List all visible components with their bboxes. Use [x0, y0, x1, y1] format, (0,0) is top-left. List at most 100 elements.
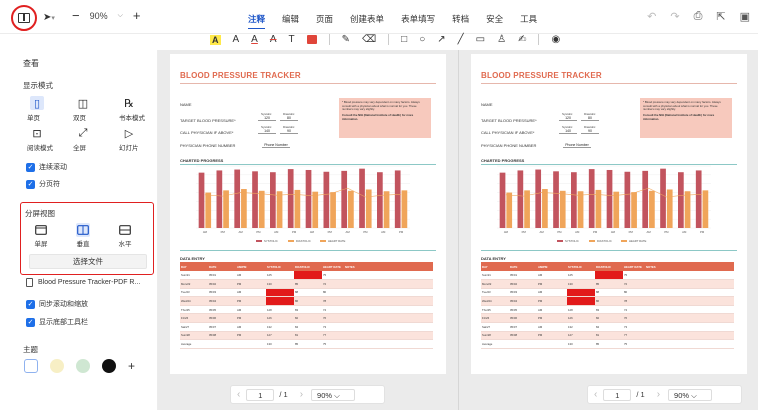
- table-cell[interactable]: [344, 313, 433, 324]
- continuous-scroll-checkbox[interactable]: ✓ 连续滚动: [26, 162, 67, 172]
- table-cell[interactable]: [344, 296, 433, 306]
- split-vertical-option[interactable]: 垂直: [71, 223, 95, 248]
- table-cell[interactable]: Sun/28: [481, 331, 509, 341]
- table-cell[interactable]: 05/03: [509, 288, 537, 298]
- table-cell[interactable]: 77: [623, 331, 645, 341]
- next-page-button[interactable]: ›: [300, 389, 303, 400]
- table-cell[interactable]: 86: [294, 296, 322, 306]
- mode-slideshow[interactable]: ▷ 幻灯片: [115, 126, 161, 153]
- table-cell[interactable]: [344, 339, 433, 349]
- signature-icon[interactable]: ✍: [518, 34, 526, 45]
- sync-scroll-checkbox[interactable]: ✓ 同步滚动和缩放: [26, 299, 88, 309]
- add-theme-button[interactable]: +: [128, 359, 135, 373]
- table-cell[interactable]: [344, 322, 433, 332]
- table-cell[interactable]: Sun/21: [481, 271, 509, 281]
- table-cell[interactable]: [645, 288, 734, 298]
- table-cell[interactable]: PM: [236, 331, 266, 341]
- table-cell[interactable]: 05/08: [208, 331, 236, 341]
- zoom-in-button[interactable]: +: [133, 9, 141, 22]
- tab-annotate[interactable]: 注释: [248, 13, 266, 29]
- table-cell[interactable]: AM: [236, 288, 266, 298]
- table-cell[interactable]: [645, 279, 734, 289]
- table-cell[interactable]: 76: [623, 313, 645, 324]
- table-cell[interactable]: 77: [322, 331, 344, 341]
- table-cell[interactable]: Average: [180, 339, 208, 349]
- table-cell[interactable]: [567, 296, 595, 306]
- target-systolic[interactable]: 120: [258, 116, 276, 121]
- table-cell[interactable]: 05/05: [208, 305, 236, 315]
- table-cell[interactable]: AM: [537, 271, 567, 281]
- table-cell[interactable]: 75: [623, 339, 645, 349]
- table-cell[interactable]: 05/06: [509, 313, 537, 324]
- eraser-icon[interactable]: ⌫: [362, 34, 376, 45]
- table-cell[interactable]: 130: [266, 339, 294, 349]
- table-cell[interactable]: 128: [266, 305, 294, 315]
- prev-page-button[interactable]: ‹: [237, 389, 240, 400]
- table-cell[interactable]: PM: [236, 296, 266, 306]
- table-cell[interactable]: 78: [322, 296, 344, 306]
- measure-icon[interactable]: ▭: [476, 34, 485, 45]
- table-cell[interactable]: [537, 339, 567, 349]
- table-cell[interactable]: 85: [294, 279, 322, 289]
- table-cell[interactable]: [645, 339, 734, 349]
- table-cell[interactable]: [344, 305, 433, 315]
- table-cell[interactable]: PM: [236, 313, 266, 324]
- table-cell[interactable]: Sat/27: [180, 322, 208, 332]
- underline-tool[interactable]: A: [251, 34, 258, 45]
- tab-page[interactable]: 页面: [316, 13, 333, 25]
- table-cell[interactable]: [509, 339, 537, 349]
- tab-create-form[interactable]: 创建表单: [350, 13, 384, 25]
- table-cell[interactable]: 126: [266, 313, 294, 324]
- table-cell[interactable]: Wed/24: [180, 296, 208, 306]
- tab-edit[interactable]: 编辑: [282, 13, 299, 25]
- table-cell[interactable]: PM: [236, 279, 266, 289]
- phone-value[interactable]: Phone Number: [262, 143, 290, 148]
- zoom-out-button[interactable]: −: [72, 9, 80, 22]
- eye-icon[interactable]: ◉: [551, 34, 560, 45]
- table-cell[interactable]: Sun/21: [180, 271, 208, 281]
- table-cell[interactable]: 73: [322, 322, 344, 332]
- table-cell[interactable]: 85: [595, 339, 623, 349]
- mode-fullscreen[interactable]: ⤢ 全屏: [69, 126, 115, 153]
- table-cell[interactable]: 88: [294, 288, 322, 298]
- table-cell[interactable]: 125: [266, 271, 294, 281]
- select-tool[interactable]: ➤▾: [43, 12, 55, 23]
- phone-value[interactable]: Phone Number: [563, 143, 591, 148]
- strikethrough-tool[interactable]: A: [270, 34, 277, 45]
- table-cell[interactable]: 82: [595, 313, 623, 324]
- split-divider[interactable]: [458, 50, 459, 410]
- mode-book[interactable]: ℞ 书本模式: [115, 96, 161, 123]
- zoom-dropdown-icon[interactable]: ⌵: [118, 12, 123, 20]
- table-cell[interactable]: Sat/27: [481, 322, 509, 332]
- theme-white[interactable]: [24, 359, 38, 373]
- table-cell[interactable]: 05/06: [208, 313, 236, 324]
- table-cell[interactable]: 05/03: [208, 288, 236, 298]
- tab-convert[interactable]: 转档: [452, 13, 469, 25]
- table-cell[interactable]: [567, 288, 595, 298]
- pen-icon[interactable]: ✎: [342, 34, 350, 45]
- sidebar-toggle-button[interactable]: [11, 5, 37, 31]
- table-cell[interactable]: [645, 296, 734, 306]
- page-break-checkbox[interactable]: ✓ 分页符: [26, 179, 60, 189]
- table-cell[interactable]: 88: [595, 288, 623, 298]
- table-cell[interactable]: [595, 271, 623, 281]
- table-cell[interactable]: Fri/26: [481, 313, 509, 324]
- table-cell[interactable]: 75: [322, 339, 344, 349]
- table-cell[interactable]: 82: [294, 313, 322, 324]
- table-cell[interactable]: Mon/22: [180, 279, 208, 289]
- table-cell[interactable]: 85: [294, 339, 322, 349]
- table-cell[interactable]: 80: [322, 288, 344, 298]
- table-cell[interactable]: Average: [481, 339, 509, 349]
- table-cell[interactable]: PM: [537, 313, 567, 324]
- table-cell[interactable]: 74: [322, 305, 344, 315]
- table-cell[interactable]: 86: [595, 296, 623, 306]
- table-cell[interactable]: Tue/23: [180, 288, 208, 298]
- table-cell[interactable]: 74: [623, 305, 645, 315]
- table-cell[interactable]: [344, 271, 433, 281]
- rectangle-icon[interactable]: □: [401, 34, 407, 45]
- mode-single-page[interactable]: ▯ 单页: [23, 96, 69, 122]
- table-cell[interactable]: PM: [537, 331, 567, 341]
- table-cell[interactable]: [294, 271, 322, 281]
- table-cell[interactable]: 84: [294, 322, 322, 332]
- table-cell[interactable]: 80: [623, 288, 645, 298]
